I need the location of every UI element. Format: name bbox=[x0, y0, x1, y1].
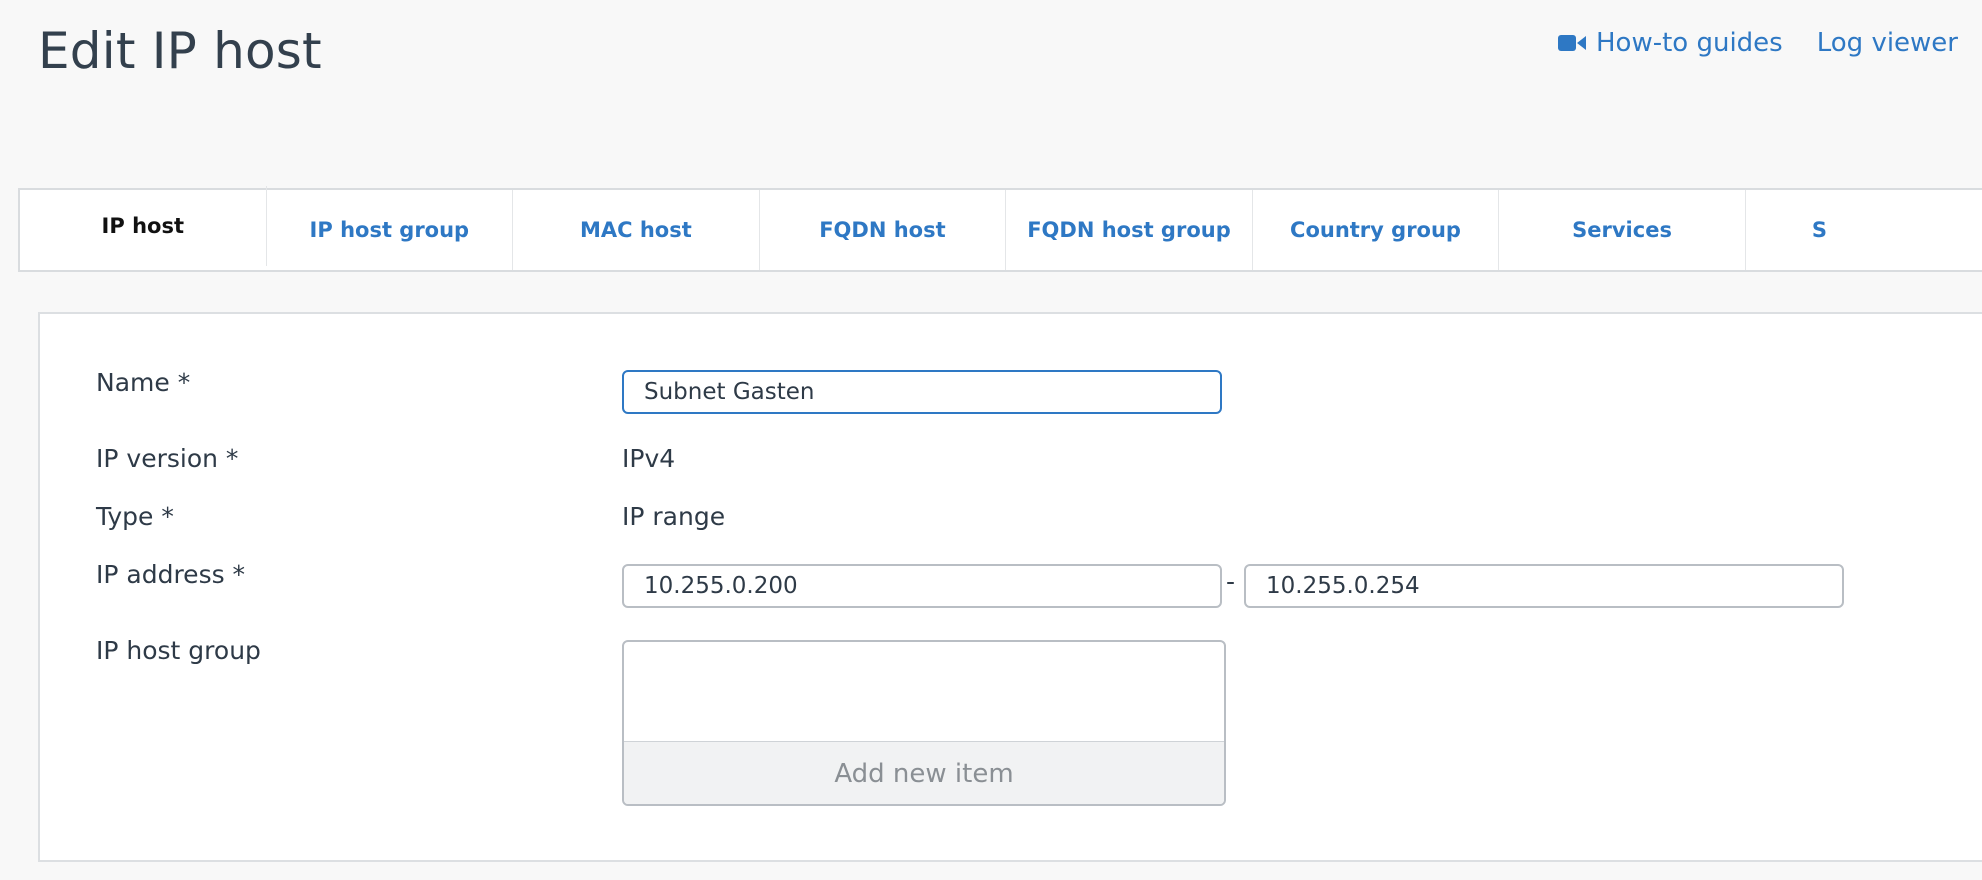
add-new-item-button[interactable]: Add new item bbox=[624, 742, 1224, 804]
tab-fqdn-host-group[interactable]: FQDN host group bbox=[1006, 190, 1253, 270]
range-separator: - bbox=[1226, 567, 1236, 596]
ip-start-input[interactable] bbox=[622, 564, 1222, 608]
tab-ip-host-group[interactable]: IP host group bbox=[267, 190, 514, 270]
tab-ip-host[interactable]: IP host bbox=[20, 186, 267, 266]
ip-host-group-label: IP host group bbox=[96, 636, 261, 665]
app-root: Edit IP host How-to guides Log viewer IP… bbox=[0, 0, 1982, 880]
page-title: Edit IP host bbox=[38, 22, 322, 80]
name-input[interactable] bbox=[622, 370, 1222, 414]
tab-partial[interactable]: S bbox=[1746, 190, 1982, 270]
video-camera-icon bbox=[1558, 35, 1586, 51]
tab-country-group[interactable]: Country group bbox=[1253, 190, 1500, 270]
ip-host-group-box: Add new item bbox=[622, 640, 1226, 806]
tab-mac-host[interactable]: MAC host bbox=[513, 190, 760, 270]
how-to-guides-link[interactable]: How-to guides bbox=[1558, 28, 1783, 58]
log-viewer-link[interactable]: Log viewer bbox=[1817, 28, 1958, 58]
tab-bar: IP host IP host group MAC host FQDN host… bbox=[18, 186, 1982, 272]
name-label: Name * bbox=[96, 368, 191, 397]
type-value: IP range bbox=[622, 502, 726, 531]
tab-fqdn-host[interactable]: FQDN host bbox=[760, 190, 1007, 270]
ip-host-group-list[interactable] bbox=[624, 642, 1224, 742]
ip-version-value: IPv4 bbox=[622, 444, 676, 473]
header-links: How-to guides Log viewer bbox=[1558, 28, 1958, 58]
log-viewer-label: Log viewer bbox=[1816, 28, 1958, 58]
type-label: Type * bbox=[96, 502, 174, 531]
ip-end-input[interactable] bbox=[1244, 564, 1844, 608]
edit-form-panel: Name * IP version * IPv4 Type * IP range… bbox=[38, 312, 1982, 862]
ip-version-label: IP version * bbox=[96, 444, 239, 473]
how-to-guides-label: How-to guides bbox=[1596, 28, 1783, 58]
ip-address-label: IP address * bbox=[96, 560, 246, 589]
tab-services[interactable]: Services bbox=[1499, 190, 1746, 270]
